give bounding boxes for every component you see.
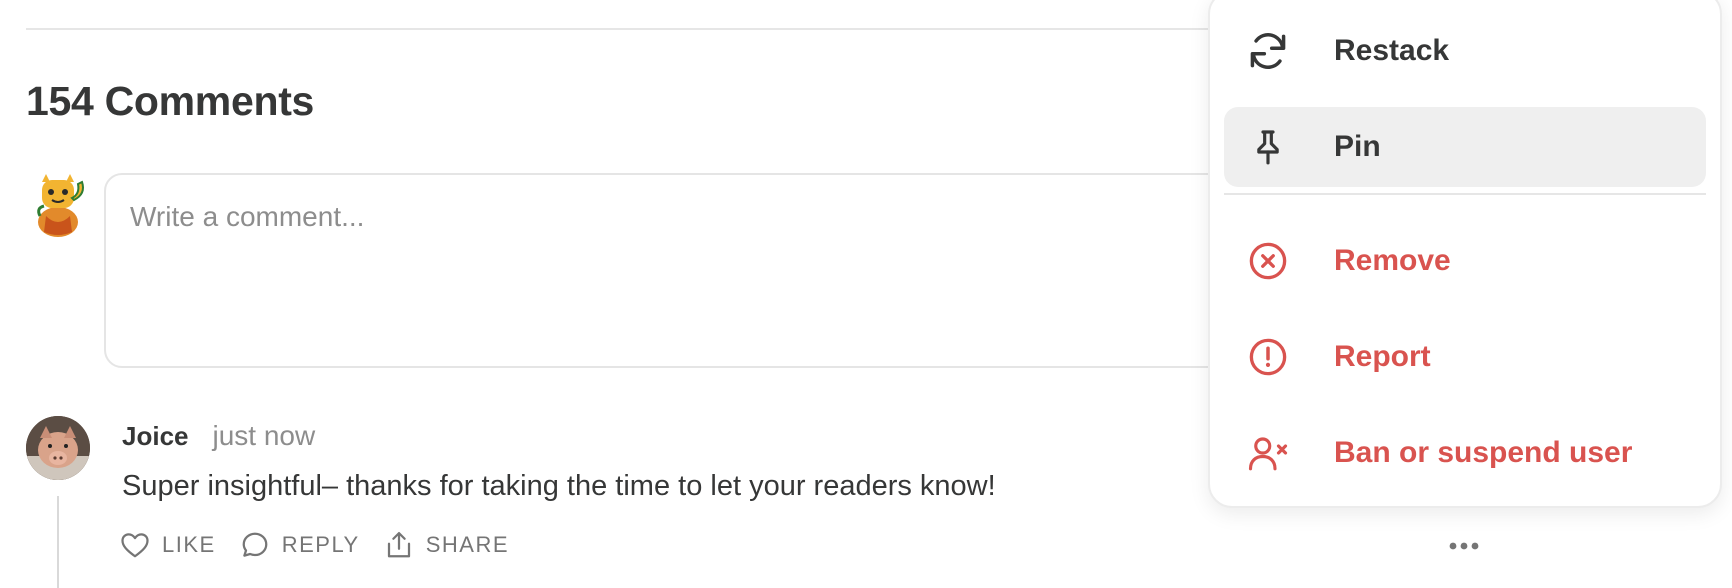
menu-item-label: Ban or suspend user	[1334, 436, 1633, 469]
comment-timestamp[interactable]: just now	[213, 420, 316, 452]
menu-item-label: Pin	[1334, 130, 1381, 163]
reply-button[interactable]: REPLY	[240, 530, 360, 560]
current-user-avatar[interactable]	[32, 172, 88, 238]
speech-bubble-icon	[240, 530, 270, 560]
pin-icon	[1246, 125, 1290, 169]
menu-item-label: Restack	[1334, 34, 1450, 67]
ban-user-icon	[1246, 431, 1290, 475]
comment-author[interactable]: Joice	[122, 421, 189, 452]
heart-icon	[120, 531, 150, 559]
share-label: SHARE	[425, 532, 510, 557]
comment-actions: LIKE REPLY SHARE	[120, 530, 509, 560]
comments-heading: 154 Comments	[26, 78, 315, 124]
menu-item-ban-user[interactable]: Ban or suspend user	[1224, 413, 1706, 493]
top-divider	[26, 28, 1266, 30]
menu-item-report[interactable]: Report	[1224, 317, 1706, 397]
restack-icon	[1246, 29, 1290, 73]
ellipsis-icon	[1449, 542, 1479, 550]
like-label: LIKE	[162, 532, 216, 557]
comment-body: Super insightful– thanks for taking the …	[122, 470, 996, 502]
avatar[interactable]	[26, 416, 90, 480]
remove-icon	[1246, 239, 1290, 283]
comment-composer[interactable]	[104, 173, 1344, 368]
menu-item-label: Report	[1334, 340, 1431, 373]
menu-item-restack[interactable]: Restack	[1224, 11, 1706, 91]
reply-label: REPLY	[281, 532, 360, 557]
share-icon	[384, 530, 414, 560]
share-button[interactable]: SHARE	[384, 530, 509, 560]
comment-input[interactable]	[130, 201, 1318, 340]
menu-divider	[1224, 193, 1706, 195]
like-button[interactable]: LIKE	[120, 531, 216, 559]
menu-item-label: Remove	[1334, 244, 1451, 277]
thread-line	[57, 496, 59, 588]
menu-item-pin[interactable]: Pin	[1224, 107, 1706, 187]
menu-item-remove[interactable]: Remove	[1224, 221, 1706, 301]
comment-options-menu: Restack Pin Remove Report Ban or suspend…	[1208, 0, 1722, 508]
comment-meta: Joice just now	[122, 420, 315, 452]
report-icon	[1246, 335, 1290, 379]
more-options-button[interactable]	[1446, 536, 1482, 556]
